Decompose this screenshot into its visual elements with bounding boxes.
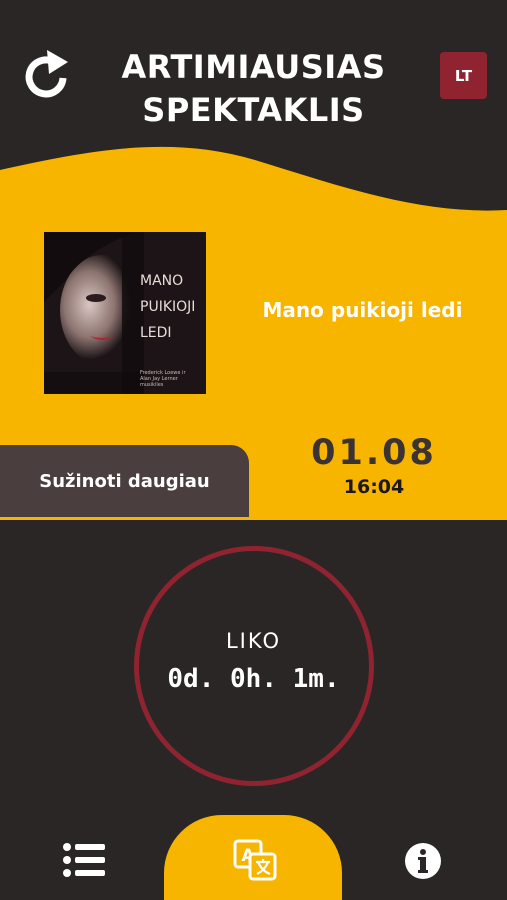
show-title: Mano puikioji ledi (262, 298, 463, 322)
list-icon (63, 843, 105, 877)
countdown-label: LIKO (225, 629, 282, 653)
nav-list-button[interactable] (62, 840, 108, 880)
poster-text-line2: PUIKIOJI (140, 299, 196, 315)
show-date: 01.08 (311, 433, 437, 473)
translate-icon: A (233, 839, 277, 881)
countdown-value: 0d. 0h. 1m. (167, 664, 340, 694)
show-poster[interactable]: MANO PUIKIOJI LEDI Frederick Loewe ir Al… (44, 232, 206, 394)
info-icon (405, 843, 441, 879)
show-time: 16:04 (343, 476, 405, 498)
nav-info-button[interactable] (404, 842, 442, 880)
poster-text-line1: MANO (140, 273, 184, 289)
language-button[interactable]: LT (440, 52, 487, 99)
poster-text-line3: LEDI (140, 325, 172, 341)
learn-more-button[interactable]: Sužinoti daugiau (0, 445, 249, 517)
page-title-line1: ARTIMIAUSIAS (121, 48, 386, 86)
poster-credit-line3: musikiles (140, 382, 164, 388)
